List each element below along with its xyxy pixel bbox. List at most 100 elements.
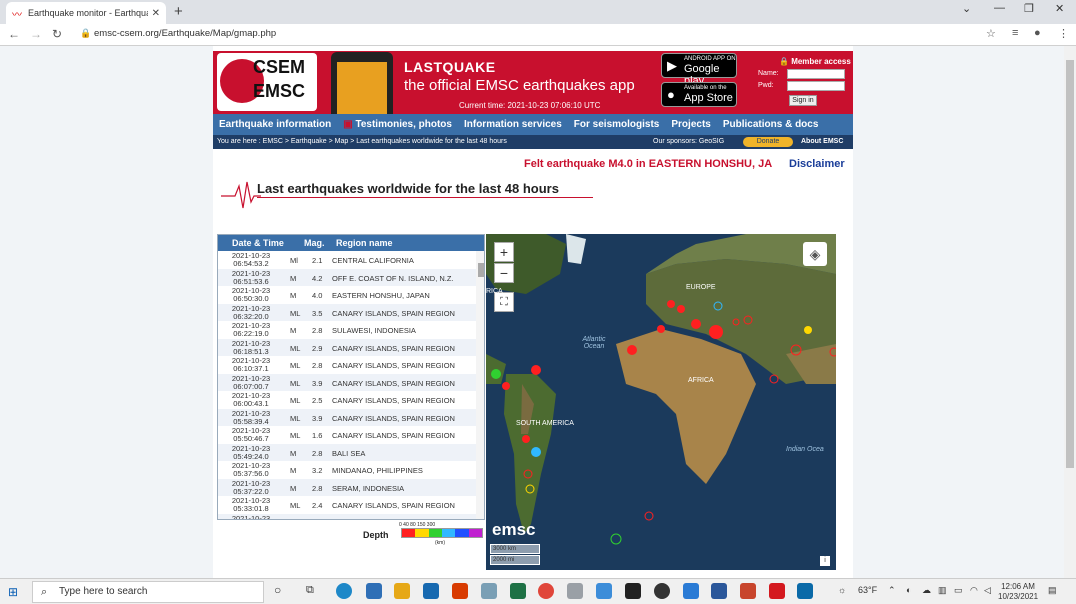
obs-icon[interactable] bbox=[654, 583, 670, 599]
menu-publications[interactable]: Publications & docs bbox=[717, 114, 825, 135]
weather-icon[interactable]: ☼ bbox=[838, 585, 846, 595]
list-item[interactable]: 2021-10-23 bbox=[218, 513, 476, 519]
menu-earthquake-information[interactable]: Earthquake information bbox=[213, 114, 337, 135]
tool-icon[interactable] bbox=[481, 583, 497, 599]
app-store-badge[interactable]: ● Available on the App Store bbox=[661, 82, 737, 107]
password-input[interactable] bbox=[787, 81, 845, 91]
list-item[interactable]: 2021-10-23 05:33:01.8 ML 2.4 CANARY ISLANDS,… bbox=[218, 496, 476, 514]
windows-start-icon[interactable]: ⊞ bbox=[8, 585, 18, 599]
bookmark-star-icon[interactable]: ☆ bbox=[986, 27, 996, 40]
sign-in-button[interactable]: Sign in bbox=[789, 95, 817, 106]
cortana-icon[interactable]: ○ bbox=[274, 583, 281, 597]
app-icon[interactable] bbox=[596, 583, 612, 599]
reload-icon[interactable]: ↻ bbox=[52, 27, 62, 41]
excel-icon[interactable] bbox=[510, 583, 526, 599]
file-explorer-icon[interactable] bbox=[394, 583, 410, 599]
browser-tab[interactable]: 〰 Earthquake monitor - Earthquak ✕ bbox=[6, 2, 166, 24]
col-region[interactable]: Region name bbox=[336, 235, 393, 251]
menu-projects[interactable]: Projects bbox=[665, 114, 716, 135]
donate-button[interactable]: Donate bbox=[743, 137, 793, 147]
network-tray-icon[interactable]: ▥ bbox=[938, 585, 947, 596]
task-view-icon[interactable]: ⧉ bbox=[306, 584, 314, 597]
list-item[interactable]: 2021-10-23 06:51:53.6 M 4.2 OFF E. COAST OF … bbox=[218, 268, 476, 286]
menu-kebab-icon[interactable]: ⋮ bbox=[1058, 27, 1069, 40]
list-item[interactable]: 2021-10-23 06:32:20.0 ML 3.5 CANARY ISLANDS,… bbox=[218, 303, 476, 321]
notification-icon[interactable]: ▤ bbox=[1048, 585, 1057, 596]
weather-temp[interactable]: 63°F bbox=[858, 585, 877, 595]
kindle-icon[interactable] bbox=[625, 583, 641, 599]
battery-icon[interactable]: ▭ bbox=[954, 585, 963, 596]
mag-type: M bbox=[290, 483, 297, 493]
felt-earthquake-ticker[interactable]: Felt earthquake M4.0 in EASTERN HONSHU, … bbox=[524, 158, 772, 170]
video-icon[interactable] bbox=[797, 583, 813, 599]
about-emsc-link[interactable]: About EMSC bbox=[801, 135, 843, 149]
magnitude: 2.8 bbox=[312, 361, 323, 370]
event-datetime: 2021-10-23 06:51:53.6 bbox=[231, 268, 271, 286]
page-scrollbar[interactable] bbox=[1064, 46, 1076, 578]
list-item[interactable]: 2021-10-23 06:10:37.1 ML 2.8 CANARY ISLANDS,… bbox=[218, 356, 476, 374]
window-close-icon[interactable]: ✕ bbox=[1055, 2, 1064, 15]
lock-icon[interactable]: 🔒 bbox=[80, 28, 91, 39]
list-item[interactable]: 2021-10-23 06:00:43.1 ML 2.5 CANARY ISLANDS,… bbox=[218, 391, 476, 409]
menu-testimonies[interactable]: ▣ Testimonies, photos bbox=[337, 114, 458, 135]
list-item[interactable]: 2021-10-23 05:37:22.0 M 2.8 SERAM, INDONESIA bbox=[218, 478, 476, 496]
emsc-logo[interactable]: CSEM EMSC bbox=[217, 53, 317, 111]
breadcrumb-path[interactable]: You are here : EMSC > Earthquake > Map >… bbox=[217, 138, 507, 145]
powerpoint-icon[interactable] bbox=[740, 583, 756, 599]
col-date[interactable]: Date & Time bbox=[232, 235, 284, 251]
onedrive-icon[interactable]: ☁ bbox=[922, 585, 931, 596]
tray-chevron-icon[interactable]: ⌃ bbox=[888, 585, 896, 596]
list-item[interactable]: 2021-10-23 05:49:24.0 M 2.8 BALI SEA bbox=[218, 443, 476, 461]
list-item[interactable]: 2021-10-23 06:54:53.2 Ml 2.1 CENTRAL CALIFOR… bbox=[218, 251, 476, 269]
quake-marker bbox=[677, 305, 685, 313]
list-scrollbar[interactable] bbox=[476, 251, 484, 519]
list-item[interactable]: 2021-10-23 06:07:00.7 ML 3.9 CANARY ISLANDS,… bbox=[218, 373, 476, 391]
reading-list-icon[interactable]: ≡ bbox=[1012, 27, 1018, 39]
office-icon[interactable] bbox=[452, 583, 468, 599]
volume-icon[interactable]: ◁ bbox=[984, 585, 991, 596]
music-icon[interactable] bbox=[567, 583, 583, 599]
word-icon[interactable] bbox=[711, 583, 727, 599]
chrome-icon[interactable] bbox=[538, 583, 554, 599]
restore-icon[interactable]: ❐ bbox=[1024, 2, 1034, 15]
minimize-icon[interactable]: — bbox=[994, 2, 1005, 14]
menu-for-seismologists[interactable]: For seismologists bbox=[568, 114, 666, 135]
store-icon[interactable] bbox=[366, 583, 382, 599]
tray-app-icon[interactable]: ◐ bbox=[906, 585, 911, 595]
tab-close-icon[interactable]: ✕ bbox=[152, 8, 160, 19]
forward-icon[interactable]: → bbox=[30, 27, 42, 41]
wifi-icon[interactable]: ◠ bbox=[970, 585, 978, 596]
event-datetime: 2021-10-23 06:10:37.1 bbox=[231, 356, 271, 373]
quake-marker bbox=[713, 301, 723, 311]
list-item[interactable]: 2021-10-23 05:50:46.7 ML 1.6 CANARY ISLANDS,… bbox=[218, 426, 476, 444]
profile-icon[interactable]: ● bbox=[1034, 27, 1041, 39]
list-item[interactable]: 2021-10-23 05:58:39.4 ML 3.9 CANARY ISLANDS,… bbox=[218, 408, 476, 426]
taskbar-clock[interactable]: 12:06 AM 10/23/2021 bbox=[998, 582, 1038, 602]
tab-search-icon[interactable]: ⌄ bbox=[962, 2, 971, 15]
google-play-badge[interactable]: ▶ ANDROID APP ON Google play bbox=[661, 53, 737, 87]
mail-icon[interactable] bbox=[423, 583, 439, 599]
quake-marker bbox=[790, 344, 802, 356]
back-icon[interactable]: ← bbox=[8, 27, 20, 41]
disclaimer-link[interactable]: Disclaimer bbox=[789, 158, 845, 170]
col-mag[interactable]: Mag. bbox=[304, 235, 325, 251]
quake-marker bbox=[743, 315, 753, 325]
acrobat-icon[interactable] bbox=[769, 583, 785, 599]
magnitude: 1.6 bbox=[312, 431, 323, 440]
new-tab-button[interactable]: + bbox=[174, 3, 183, 20]
url-field[interactable]: emsc-csem.org/Earthquake/Map/gmap.php bbox=[94, 28, 276, 39]
edge-icon[interactable] bbox=[336, 583, 352, 599]
sponsors[interactable]: Our sponsors: GeoSIG bbox=[653, 135, 724, 149]
paint-icon[interactable] bbox=[683, 583, 699, 599]
login-input[interactable] bbox=[787, 69, 845, 79]
list-item[interactable]: 2021-10-23 06:22:19.0 M 2.8 SULAWESI, INDONE… bbox=[218, 321, 476, 339]
map-info-icon[interactable]: i bbox=[820, 556, 830, 566]
taskbar-search[interactable]: ⌕ Type here to search bbox=[32, 581, 264, 603]
seismograph-favicon-icon: 〰 bbox=[12, 9, 22, 21]
list-item[interactable]: 2021-10-23 05:37:56.0 M 3.2 MINDANAO, PHILIP… bbox=[218, 461, 476, 479]
menu-information-services[interactable]: Information services bbox=[458, 114, 568, 135]
list-item[interactable]: 2021-10-23 06:18:51.3 ML 2.9 CANARY ISLANDS,… bbox=[218, 338, 476, 356]
earthquake-map[interactable]: + − ⛶ ◈ RICA EUROPE AFRICA SOUTH AMERICA… bbox=[486, 234, 836, 570]
event-datetime: 2021-10-23 06:32:20.0 bbox=[231, 303, 271, 321]
list-item[interactable]: 2021-10-23 06:50:30.0 M 4.0 EASTERN HONSHU, … bbox=[218, 286, 476, 304]
